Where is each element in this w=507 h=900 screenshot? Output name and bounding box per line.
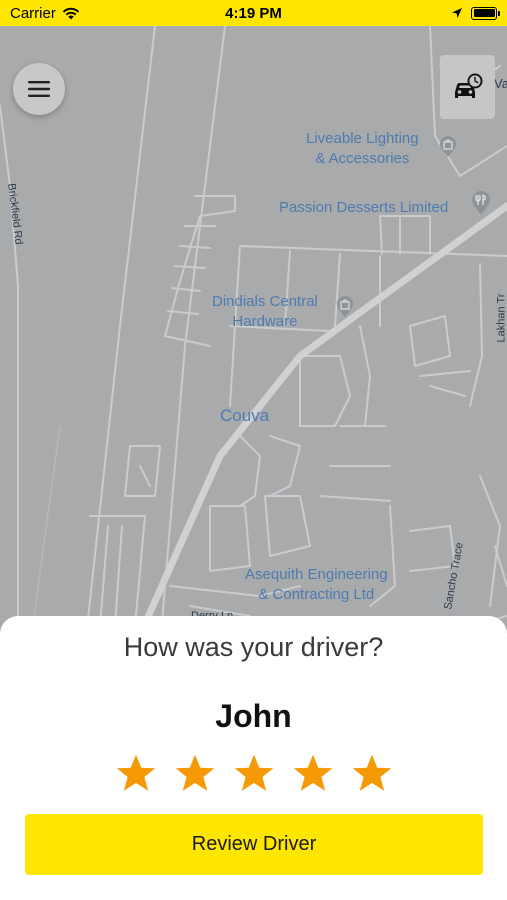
scheduled-rides-button[interactable] bbox=[440, 55, 495, 119]
star-icon[interactable] bbox=[174, 752, 216, 794]
star-icon[interactable] bbox=[292, 752, 334, 794]
star-icon[interactable] bbox=[351, 752, 393, 794]
map-roads bbox=[0, 26, 507, 646]
rating-question: How was your driver? bbox=[123, 632, 384, 662]
menu-button[interactable] bbox=[13, 63, 65, 115]
rating-sheet: How was your driver? John Review Driver bbox=[0, 616, 507, 900]
map-view[interactable]: Liveable Lighting & Accessories Passion … bbox=[0, 26, 507, 646]
battery-icon bbox=[471, 6, 500, 20]
map-label-liveable: Liveable Lighting & Accessories bbox=[306, 130, 419, 167]
map-label-couva: Couva bbox=[220, 406, 270, 425]
hamburger-menu-icon bbox=[28, 81, 50, 97]
car-clock-icon bbox=[454, 73, 482, 98]
star-icon[interactable] bbox=[115, 752, 157, 794]
map-label-dindials: Dindials Central Hardware bbox=[212, 293, 318, 330]
shopping-bag-pin-icon bbox=[337, 296, 353, 317]
location-arrow-icon bbox=[452, 8, 462, 18]
review-driver-button[interactable]: Review Driver bbox=[25, 814, 483, 875]
wifi-icon bbox=[62, 7, 80, 19]
map-label-lakhan: Lakhan Tr bbox=[495, 293, 507, 343]
status-bar: Carrier 4:19 PM bbox=[0, 0, 507, 26]
restaurant-pin-icon bbox=[472, 191, 490, 215]
star-rating[interactable] bbox=[0, 752, 507, 794]
map-label-edge: Va bbox=[494, 76, 507, 91]
map-label-asequith: Asequith Engineering & Contracting Ltd bbox=[245, 566, 388, 603]
driver-name: John bbox=[215, 698, 292, 734]
star-icon[interactable] bbox=[233, 752, 275, 794]
shopping-bag-pin-icon bbox=[440, 136, 456, 157]
carrier-label: Carrier bbox=[10, 4, 56, 22]
map-label-passion: Passion Desserts Limited bbox=[279, 199, 449, 216]
